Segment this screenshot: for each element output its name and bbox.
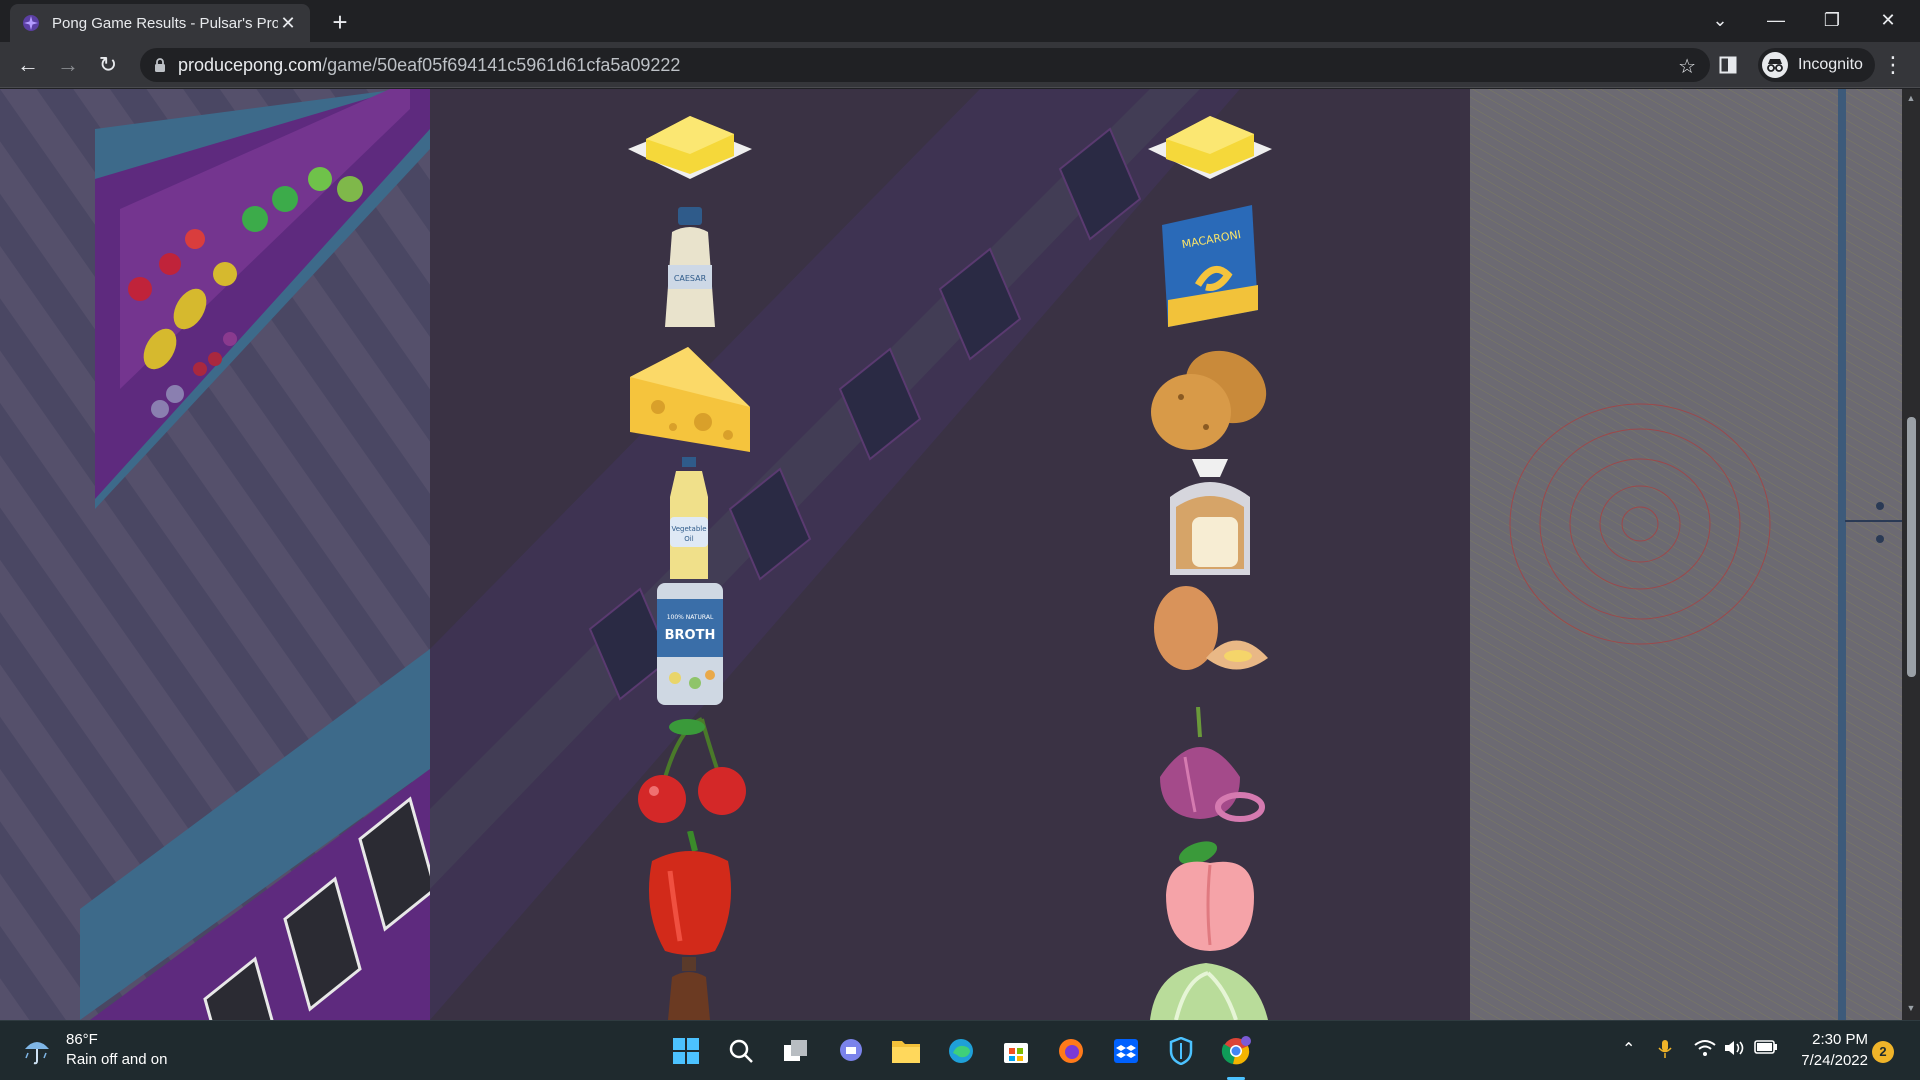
tab-search-chevron-down-icon[interactable]: ⌄ <box>1692 0 1748 40</box>
tab-close-icon[interactable]: ✕ <box>278 13 298 34</box>
teams-chat-icon[interactable] <box>833 1033 869 1069</box>
microphone-icon[interactable] <box>1658 1039 1672 1064</box>
incognito-icon <box>1762 52 1788 78</box>
battery-icon[interactable] <box>1754 1039 1778 1060</box>
wifi-icon[interactable] <box>1694 1039 1716 1062</box>
incognito-indicator[interactable]: Incognito <box>1758 48 1875 82</box>
url-text[interactable]: producepong.com/game/50eaf05f694141c5961… <box>178 55 680 76</box>
left-cherries-icon <box>632 709 752 834</box>
right-eggs-icon <box>1146 583 1272 688</box>
system-clock[interactable]: 2:30 PM 7/24/2022 <box>1790 1029 1868 1071</box>
right-bread-loaf-icon <box>1162 457 1258 587</box>
url-path: /game/50eaf05f694141c5961d61cfa5a09222 <box>322 54 681 75</box>
back-button[interactable]: ← <box>12 49 44 81</box>
browser-toolbar: ← → ↻ producepong.com/game/50eaf05f69414… <box>0 42 1920 88</box>
bookmark-star-icon[interactable]: ☆ <box>1678 54 1696 79</box>
search-icon[interactable] <box>723 1033 759 1069</box>
right-peach-icon <box>1158 835 1262 960</box>
lock-icon[interactable] <box>154 58 166 72</box>
caesar-label: CAESAR <box>674 274 707 283</box>
task-view-icon[interactable] <box>778 1033 814 1069</box>
veg-oil-label-2: Oil <box>684 535 693 543</box>
windows-start-icon[interactable] <box>668 1033 704 1069</box>
microsoft-store-icon[interactable] <box>998 1033 1034 1069</box>
weather-description: Rain off and on <box>66 1051 168 1068</box>
notification-count-badge[interactable]: 2 <box>1872 1041 1894 1063</box>
broth-label: BROTH <box>665 628 716 643</box>
windows-taskbar: 86°F Rain off and on ⌃ 2:30 PM 7/24/2022… <box>0 1020 1920 1080</box>
clock-date: 7/24/2022 <box>1801 1052 1868 1069</box>
left-cheese-icon <box>628 337 753 462</box>
veg-oil-label-1: Vegetable <box>671 525 706 533</box>
forward-button[interactable]: → <box>52 49 84 81</box>
right-red-onion-icon <box>1150 706 1266 837</box>
broth-small-label: 100% NATURAL <box>667 614 714 621</box>
firefox-icon[interactable] <box>1053 1033 1089 1069</box>
reload-button[interactable]: ↻ <box>92 49 124 81</box>
left-bell-pepper-icon <box>640 830 740 961</box>
chrome-menu-button[interactable]: ⋮ <box>1877 49 1909 81</box>
new-tab-button[interactable]: + <box>325 8 355 38</box>
left-sauce-bottle-icon <box>664 957 714 1020</box>
side-panel-icon[interactable] <box>1712 49 1744 81</box>
left-caesar-dressing-icon: CAESAR <box>660 207 720 337</box>
browser-tab[interactable]: Pong Game Results - Pulsar's Pro ✕ <box>10 4 310 42</box>
scrollbar-thumb[interactable] <box>1907 417 1916 677</box>
right-butter-icon <box>1148 104 1272 189</box>
scroll-up-arrow-icon[interactable]: ▲ <box>1906 93 1916 103</box>
show-hidden-icons-chevron-up-icon[interactable]: ⌃ <box>1622 1039 1635 1059</box>
file-explorer-icon[interactable] <box>888 1033 924 1069</box>
dropbox-icon[interactable] <box>1108 1033 1144 1069</box>
left-vegetable-oil-icon: Vegetable Oil <box>664 457 714 587</box>
left-broth-can-icon: 100% NATURAL BROTH <box>655 583 725 710</box>
clock-time: 2:30 PM <box>1812 1031 1868 1048</box>
scroll-down-arrow-icon[interactable]: ▼ <box>1906 1003 1916 1013</box>
tab-title: Pong Game Results - Pulsar's Pro <box>52 14 278 32</box>
address-bar[interactable]: producepong.com/game/50eaf05f694141c5961… <box>140 48 1710 82</box>
game-background <box>0 89 1902 1020</box>
edge-browser-icon[interactable] <box>943 1033 979 1069</box>
umbrella-rain-icon <box>25 1042 49 1065</box>
incognito-label: Incognito <box>1798 56 1863 73</box>
page-viewport: CAESAR Vegetable Oil 100% NATURAL BROTH MA… <box>0 89 1902 1020</box>
weather-temp: 86°F <box>66 1031 98 1048</box>
url-host: producepong.com <box>178 54 323 75</box>
close-window-button[interactable]: ✕ <box>1860 0 1916 40</box>
volume-icon[interactable] <box>1724 1039 1746 1062</box>
defender-shield-icon[interactable] <box>1163 1033 1199 1069</box>
restore-button[interactable]: ❐ <box>1804 0 1860 40</box>
left-butter-icon <box>628 104 752 189</box>
page-scrollbar[interactable]: ▲ ▼ <box>1902 89 1920 1020</box>
chrome-icon[interactable] <box>1218 1033 1254 1069</box>
right-macaroni-box-icon: MACARONI <box>1158 205 1262 335</box>
right-lettuce-icon <box>1146 959 1272 1020</box>
site-favicon-icon <box>23 15 39 31</box>
weather-widget[interactable]: 86°F Rain off and on <box>22 1030 167 1070</box>
tab-strip: Pong Game Results - Pulsar's Pro ✕ + ⌄ —… <box>0 0 1920 42</box>
minimize-button[interactable]: — <box>1748 0 1804 40</box>
right-potatoes-icon <box>1146 337 1272 462</box>
